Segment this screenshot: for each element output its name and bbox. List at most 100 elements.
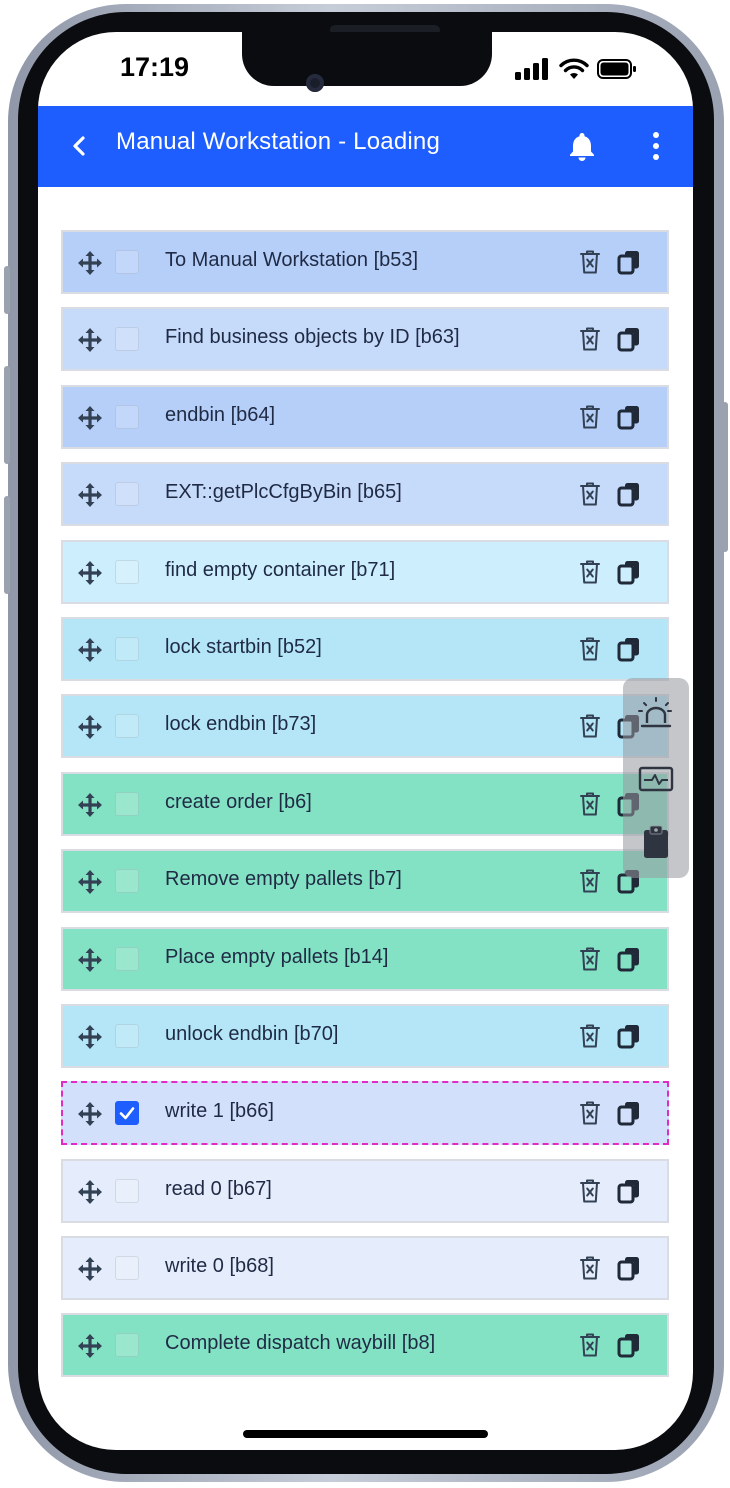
- step-label: unlock endbin [b70]: [165, 1022, 339, 1045]
- step-row[interactable]: create order [b6]: [61, 771, 669, 836]
- trash-icon[interactable]: [579, 1332, 601, 1362]
- drag-handle-icon[interactable]: [77, 1179, 103, 1209]
- copy-icon[interactable]: [617, 636, 641, 666]
- copy-icon[interactable]: [617, 1178, 641, 1208]
- step-label: find empty container [b71]: [165, 558, 396, 581]
- step-label: write 1 [b66]: [165, 1100, 274, 1123]
- trash-icon[interactable]: [579, 1178, 601, 1208]
- trash-icon[interactable]: [579, 559, 601, 589]
- trash-icon[interactable]: [579, 481, 601, 511]
- step-checkbox[interactable]: [115, 559, 139, 584]
- step-checkbox[interactable]: [115, 404, 139, 429]
- copy-icon[interactable]: [617, 1023, 641, 1053]
- volume-down-button: [4, 496, 10, 594]
- step-row[interactable]: Complete dispatch waybill [b8]: [61, 1313, 669, 1378]
- copy-icon[interactable]: [617, 1332, 641, 1362]
- step-row[interactable]: Remove empty pallets [b7]: [61, 849, 669, 914]
- copy-icon[interactable]: [617, 1255, 641, 1285]
- trash-icon[interactable]: [579, 1100, 601, 1130]
- power-button: [722, 402, 728, 552]
- back-icon[interactable]: [64, 130, 96, 162]
- step-checkbox[interactable]: [115, 1333, 139, 1358]
- step-label: Place empty pallets [b14]: [165, 945, 389, 968]
- cellular-signal-icon: [515, 58, 548, 80]
- step-list: To Manual Workstation [b53] Find business…: [61, 230, 669, 1391]
- step-row[interactable]: unlock endbin [b70]: [61, 1003, 669, 1068]
- drag-handle-icon[interactable]: [77, 560, 103, 590]
- status-time: 17:19: [120, 52, 190, 82]
- trash-icon[interactable]: [579, 404, 601, 434]
- drag-handle-icon[interactable]: [77, 714, 103, 744]
- step-checkbox[interactable]: [115, 946, 139, 971]
- step-label: read 0 [b67]: [165, 1177, 272, 1200]
- trash-icon[interactable]: [579, 946, 601, 976]
- copy-icon[interactable]: [617, 559, 641, 589]
- copy-icon[interactable]: [617, 1100, 641, 1130]
- drag-handle-icon[interactable]: [77, 1256, 103, 1286]
- bell-icon[interactable]: [566, 130, 598, 162]
- step-checkbox[interactable]: [115, 791, 139, 816]
- drag-handle-icon[interactable]: [77, 792, 103, 822]
- step-label: endbin [b64]: [165, 403, 276, 426]
- step-row[interactable]: lock startbin [b52]: [61, 616, 669, 681]
- step-row[interactable]: Find business objects by ID [b63]: [61, 307, 669, 372]
- step-label: create order [b6]: [165, 790, 312, 813]
- copy-icon[interactable]: [617, 946, 641, 976]
- drag-handle-icon[interactable]: [77, 482, 103, 512]
- step-row[interactable]: find empty container [b71]: [61, 539, 669, 604]
- step-row[interactable]: Place empty pallets [b14]: [61, 926, 669, 991]
- step-row[interactable]: write 1 [b66]: [61, 1081, 669, 1146]
- copy-icon[interactable]: [617, 249, 641, 279]
- drag-handle-icon[interactable]: [77, 947, 103, 977]
- screen: 17:19 Manual Workstation - Loading To Ma…: [38, 32, 693, 1450]
- trash-icon[interactable]: [579, 1023, 601, 1053]
- step-checkbox[interactable]: [115, 1256, 139, 1281]
- step-checkbox[interactable]: [115, 327, 139, 352]
- battery-icon: [597, 59, 636, 79]
- app-bar: Manual Workstation - Loading: [38, 106, 693, 187]
- monitor-pulse-icon[interactable]: [636, 764, 676, 800]
- step-checkbox[interactable]: [115, 636, 139, 661]
- drag-handle-icon[interactable]: [77, 405, 103, 435]
- step-checkbox[interactable]: [115, 250, 139, 274]
- trash-icon[interactable]: [579, 791, 601, 821]
- step-checkbox[interactable]: [115, 1101, 139, 1126]
- step-row[interactable]: write 0 [b68]: [61, 1236, 669, 1301]
- status-icons: [515, 58, 637, 80]
- step-row[interactable]: endbin [b64]: [61, 384, 669, 449]
- alarm-light-icon[interactable]: [636, 696, 676, 734]
- front-camera: [306, 74, 324, 92]
- step-checkbox[interactable]: [115, 869, 139, 894]
- trash-icon[interactable]: [579, 249, 601, 279]
- copy-icon[interactable]: [617, 404, 641, 434]
- drag-handle-icon[interactable]: [77, 1101, 103, 1131]
- trash-icon[interactable]: [579, 326, 601, 356]
- drag-handle-icon[interactable]: [77, 869, 103, 899]
- copy-icon[interactable]: [617, 481, 641, 511]
- drag-handle-icon[interactable]: [77, 637, 103, 667]
- step-label: write 0 [b68]: [165, 1255, 274, 1278]
- home-indicator[interactable]: [243, 1430, 488, 1438]
- trash-icon[interactable]: [579, 868, 601, 898]
- clipboard-icon[interactable]: [642, 824, 670, 864]
- step-checkbox[interactable]: [115, 482, 139, 507]
- more-vertical-icon[interactable]: [648, 130, 664, 162]
- step-row[interactable]: To Manual Workstation [b53]: [61, 230, 669, 294]
- drag-handle-icon[interactable]: [77, 250, 103, 280]
- step-checkbox[interactable]: [115, 714, 139, 739]
- drag-handle-icon[interactable]: [77, 327, 103, 357]
- trash-icon[interactable]: [579, 636, 601, 666]
- step-row[interactable]: EXT::getPlcCfgByBin [b65]: [61, 462, 669, 527]
- drag-handle-icon[interactable]: [77, 1333, 103, 1363]
- trash-icon[interactable]: [579, 1255, 601, 1285]
- copy-icon[interactable]: [617, 326, 641, 356]
- step-checkbox[interactable]: [115, 1178, 139, 1203]
- trash-icon[interactable]: [579, 713, 601, 743]
- step-checkbox[interactable]: [115, 1023, 139, 1048]
- step-row[interactable]: lock endbin [b73]: [61, 694, 669, 759]
- step-label: Complete dispatch waybill [b8]: [165, 1332, 436, 1355]
- drag-handle-icon[interactable]: [77, 1024, 103, 1054]
- step-label: Find business objects by ID [b63]: [165, 326, 460, 349]
- step-row[interactable]: read 0 [b67]: [61, 1158, 669, 1223]
- step-label: Remove empty pallets [b7]: [165, 868, 402, 891]
